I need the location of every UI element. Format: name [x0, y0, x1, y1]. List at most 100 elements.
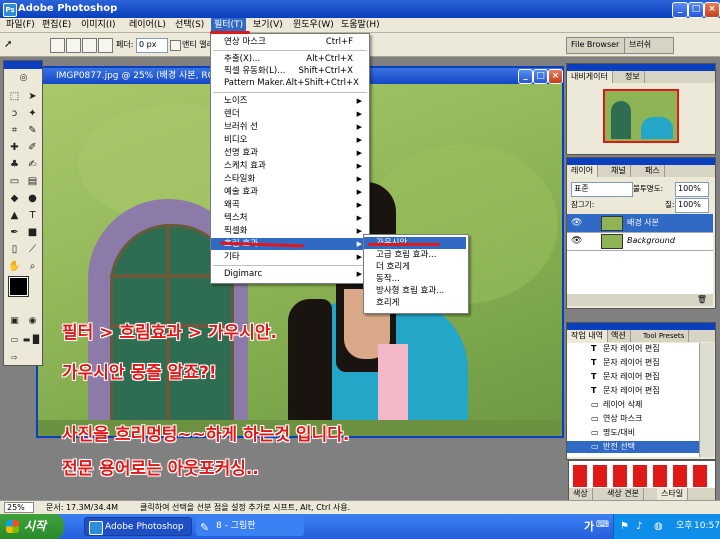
history-item[interactable]: T 문자 레이어 편집 — [567, 371, 699, 383]
history-item[interactable]: T 문자 레이어 편집 — [567, 343, 699, 355]
doc-size-info[interactable]: 문서: 17.3M/34.4M — [46, 501, 118, 514]
filter-menu-item[interactable]: 픽셀화 ▶ — [211, 225, 367, 237]
filter-menu-item[interactable]: 노이즈 ▶ — [211, 95, 367, 107]
brush-tool-icon[interactable]: ✐ — [24, 139, 41, 156]
tab-paths[interactable]: 패스 — [641, 165, 665, 177]
filter-menu-item[interactable]: 브러쉬 선 ▶ — [211, 121, 367, 133]
layer-row[interactable]: 👁 배경 사본 — [567, 214, 713, 233]
ime-indicator[interactable]: 가 — [584, 514, 594, 539]
zoom-tool-icon[interactable]: ⌕ — [24, 258, 41, 275]
clock[interactable]: 10:57 — [694, 514, 720, 539]
zoom-level-field[interactable]: 25% — [4, 502, 34, 513]
magic-wand-icon[interactable]: ✦ — [24, 105, 41, 122]
history-palette-titlebar[interactable] — [567, 323, 715, 330]
blur-submenu-item[interactable]: 고급 흐림 효과... — [364, 249, 466, 261]
filter-menu-item[interactable]: 픽셀 유동화(L)... Shift+Ctrl+X — [211, 65, 367, 77]
blur-submenu-item[interactable]: 방사형 흐림 효과... — [364, 285, 466, 297]
doc-minimize-button[interactable]: _ — [518, 69, 533, 84]
tab-history[interactable]: 작업 내역 — [567, 330, 608, 342]
menu-edit[interactable]: 편집(E) — [39, 18, 74, 33]
menu-file[interactable]: 파일(F) — [3, 18, 38, 33]
history-brush-icon[interactable]: ✍ — [24, 156, 41, 173]
eyedropper-icon[interactable]: ⟋ — [24, 241, 41, 258]
opacity-input[interactable]: 100% — [675, 182, 709, 197]
filter-menu-item[interactable]: 렌더 ▶ — [211, 108, 367, 120]
palette-well-brushes[interactable]: 브러쉬 — [624, 37, 674, 54]
trash-icon[interactable]: 🗑 — [697, 295, 707, 304]
tab-swatches[interactable]: 색상 견본 — [603, 488, 644, 500]
menu-image[interactable]: 이미지(I) — [78, 18, 119, 33]
tab-layers[interactable]: 레이어 — [567, 165, 599, 177]
path-select-icon[interactable]: ▲ — [6, 207, 23, 224]
standard-mode-icon[interactable]: ▣ — [6, 313, 23, 330]
intersect-selection-icon[interactable] — [98, 38, 113, 53]
history-item[interactable]: ▭ 레이어 삭제 — [567, 399, 699, 411]
subtract-selection-icon[interactable] — [82, 38, 97, 53]
tab-navigator[interactable]: 내비게이터 — [567, 71, 613, 83]
visibility-eye-icon[interactable]: 👁 — [571, 214, 582, 232]
clone-stamp-icon[interactable]: ♣ — [6, 156, 23, 173]
jump-to-imageready-icon[interactable]: ⇨ — [6, 349, 23, 366]
move-tool-icon[interactable]: ➤ — [24, 88, 41, 105]
tab-info[interactable]: 정보 — [621, 71, 645, 83]
photoshop-eye-logo-icon[interactable]: ◎ — [15, 70, 32, 87]
menu-select[interactable]: 선택(S) — [172, 18, 207, 33]
tab-color[interactable]: 색상 — [569, 488, 593, 500]
menu-window[interactable]: 윈도우(W) — [290, 18, 337, 33]
filter-menu-item[interactable]: 왜곡 ▶ — [211, 199, 367, 211]
blur-submenu-item[interactable]: 더 흐리게 — [364, 261, 466, 273]
lasso-tool-icon[interactable]: ↄ — [6, 105, 23, 122]
navigator-thumbnail[interactable] — [603, 89, 679, 143]
feather-input[interactable]: 0 px — [136, 38, 168, 53]
add-selection-icon[interactable] — [66, 38, 81, 53]
menu-layer[interactable]: 레이어(L) — [126, 18, 169, 33]
maximize-button[interactable]: □ — [688, 2, 704, 18]
shape-tool-icon[interactable]: ■ — [24, 224, 41, 241]
foreground-color-swatch[interactable] — [8, 276, 29, 297]
palette-well-file-browser[interactable]: File Browser — [566, 37, 632, 54]
style-swatches[interactable] — [573, 465, 709, 487]
layer-row[interactable]: 👁 Background — [567, 232, 713, 251]
crop-tool-icon[interactable]: ⌗ — [6, 122, 23, 139]
eraser-tool-icon[interactable]: ▭ — [6, 173, 23, 190]
filter-menu-item[interactable]: 연상 마스크 Ctrl+F — [211, 36, 367, 48]
task-paint[interactable]: ✎ 8 - 그림판 — [196, 517, 304, 536]
blur-tool-icon[interactable]: ◆ — [6, 190, 23, 207]
blur-submenu-item[interactable]: 흐리게 — [364, 297, 466, 309]
tab-styles[interactable]: 스타일 — [657, 488, 689, 500]
filter-menu-item[interactable]: 선명 효과 ▶ — [211, 147, 367, 159]
history-item[interactable]: ▭ 명도/대비 — [567, 427, 699, 439]
new-selection-icon[interactable] — [50, 38, 65, 53]
type-tool-icon[interactable]: T — [24, 207, 41, 224]
notes-tool-icon[interactable]: ▯ — [6, 241, 23, 258]
tab-tool-presets[interactable]: Tool Presets — [639, 330, 690, 342]
filter-menu-item[interactable]: 스케치 효과 ▶ — [211, 160, 367, 172]
minimize-button[interactable]: _ — [672, 2, 688, 18]
filter-menu-item[interactable]: 텍스처 ▶ — [211, 212, 367, 224]
blend-mode-select[interactable]: 표준 — [571, 182, 633, 197]
start-button[interactable]: 시작 — [0, 514, 64, 539]
menu-view[interactable]: 보기(V) — [250, 18, 286, 33]
filter-menu-item[interactable]: 예술 효과 ▶ — [211, 186, 367, 198]
history-item[interactable]: T 문자 레이어 편집 — [567, 357, 699, 369]
menu-help[interactable]: 도움말(H) — [338, 18, 383, 33]
layers-palette-titlebar[interactable] — [567, 158, 715, 165]
pen-tool-icon[interactable]: ✒ — [6, 224, 23, 241]
tray-volume-icon[interactable]: ♪ — [636, 514, 642, 539]
tab-actions[interactable]: 액션 — [607, 330, 631, 342]
dodge-tool-icon[interactable]: ● — [24, 190, 41, 207]
marquee-tool-icon[interactable]: ⬚ — [6, 88, 23, 105]
ime-mode-icon[interactable]: ⌨ — [596, 520, 609, 532]
tray-security-icon[interactable]: ◍ — [654, 514, 663, 539]
filter-menu-item[interactable]: Pattern Maker... Alt+Shift+Ctrl+X — [211, 77, 367, 89]
filter-menu-item[interactable]: 비디오 ▶ — [211, 134, 367, 146]
lasso-tool-preset-icon[interactable]: ➚ — [4, 38, 17, 51]
quick-mask-icon[interactable]: ◉ — [24, 313, 41, 330]
tab-channels[interactable]: 채널 — [607, 165, 631, 177]
history-item[interactable]: ▭ 반전 선택 — [567, 441, 699, 453]
history-scrollbar[interactable] — [699, 343, 714, 457]
blur-submenu-item[interactable]: 동작... — [364, 273, 466, 285]
navigator-palette-titlebar[interactable] — [567, 64, 715, 71]
hand-tool-icon[interactable]: ✋ — [6, 258, 23, 275]
gradient-tool-icon[interactable]: ▤ — [24, 173, 41, 190]
